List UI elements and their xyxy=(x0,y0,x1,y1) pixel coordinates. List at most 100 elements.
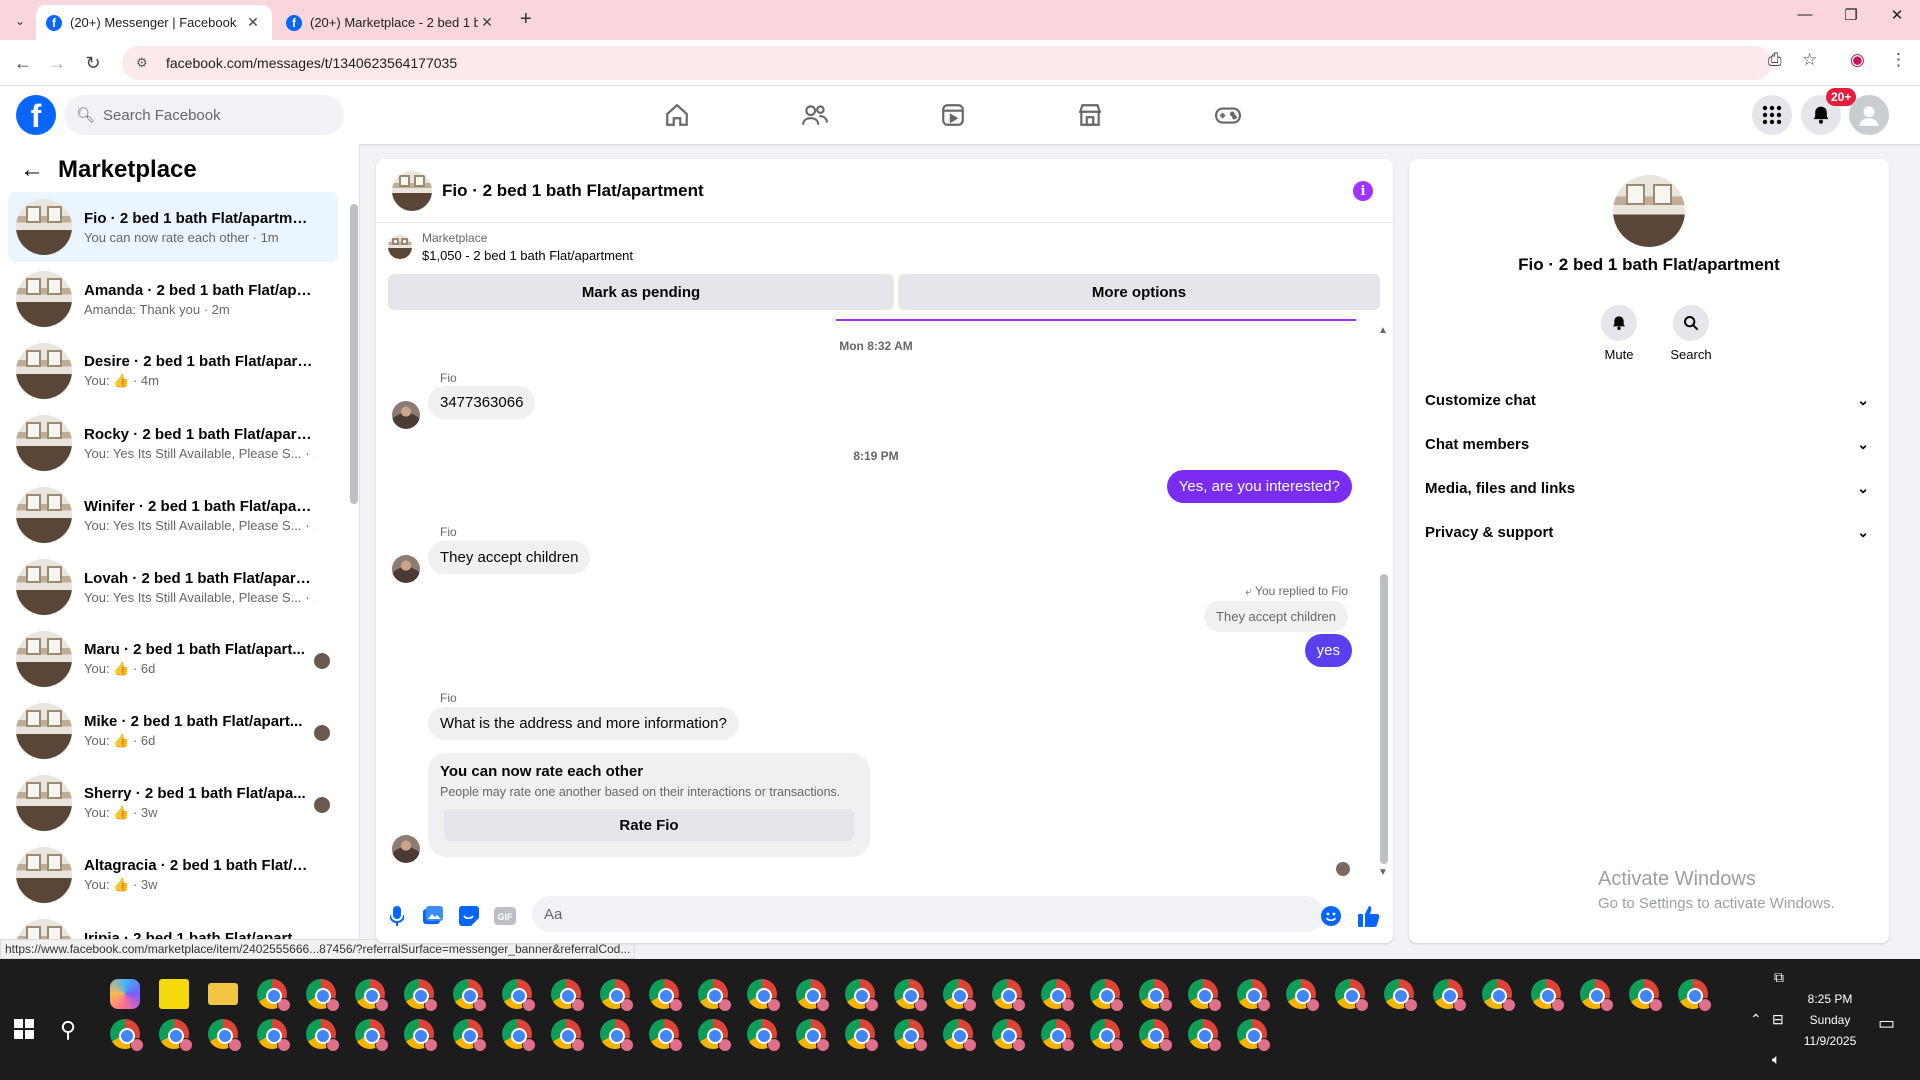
install-app-icon[interactable]: ⎙ xyxy=(1768,50,1782,70)
chrome-app-icon[interactable] xyxy=(110,1019,144,1052)
conversation-item[interactable]: Mike · 2 bed 1 bath Flat/apart... You: 👍 … xyxy=(8,696,338,766)
chrome-app-icon[interactable] xyxy=(1041,979,1075,1012)
chrome-app-icon[interactable] xyxy=(894,1019,928,1052)
chrome-app-icon[interactable] xyxy=(1041,1019,1075,1052)
quoted-message[interactable]: They accept children xyxy=(1204,601,1348,632)
sender-avatar[interactable] xyxy=(392,401,420,429)
new-tab-button[interactable]: + xyxy=(520,8,532,31)
mark-as-pending-button[interactable]: Mark as pending xyxy=(388,274,894,310)
emoji-icon[interactable] xyxy=(1320,905,1342,927)
chrome-app-icon[interactable] xyxy=(453,979,487,1012)
copilot-icon[interactable] xyxy=(110,979,140,1009)
chrome-app-icon[interactable] xyxy=(1139,1019,1173,1052)
more-options-button[interactable]: More options xyxy=(898,274,1380,310)
sticker-icon[interactable] xyxy=(458,905,480,927)
chrome-app-icon[interactable] xyxy=(502,1019,536,1052)
screen-share-icon[interactable]: ⧉ xyxy=(1774,969,1784,986)
chrome-app-icon[interactable] xyxy=(1286,979,1320,1012)
sender-avatar[interactable] xyxy=(392,835,420,863)
chrome-app-icon[interactable] xyxy=(1090,979,1124,1012)
chat-scrollbar[interactable] xyxy=(1380,574,1388,864)
chrome-app-icon[interactable] xyxy=(649,1019,683,1052)
account-avatar[interactable] xyxy=(1849,95,1889,135)
chrome-app-icon[interactable] xyxy=(551,979,585,1012)
marketplace-listing-banner[interactable]: Marketplace $1,050 - 2 bed 1 bath Flat/a… xyxy=(388,231,633,263)
chrome-app-icon[interactable] xyxy=(698,1019,732,1052)
home-icon[interactable] xyxy=(660,98,694,132)
facebook-search-input[interactable]: 🔍︎ Search Facebook xyxy=(64,95,344,135)
message-input[interactable] xyxy=(532,896,1324,932)
volume-icon[interactable]: 🔈︎ xyxy=(1772,1051,1780,1068)
chrome-app-icon[interactable] xyxy=(1188,1019,1222,1052)
chrome-app-icon[interactable] xyxy=(600,1019,634,1052)
chrome-app-icon[interactable] xyxy=(1139,979,1173,1012)
incoming-message[interactable]: 3477363066 xyxy=(428,386,536,419)
taskbar-search-icon[interactable]: ⚲ xyxy=(60,1017,76,1043)
chrome-app-icon[interactable] xyxy=(306,1019,340,1052)
chrome-app-icon[interactable] xyxy=(1090,1019,1124,1052)
chrome-app-icon[interactable] xyxy=(257,979,291,1012)
notification-center-icon[interactable]: ▭ xyxy=(1878,1013,1895,1034)
chat-avatar[interactable] xyxy=(392,170,432,211)
conversation-item[interactable]: Rocky · 2 bed 1 bath Flat/apartm... You: … xyxy=(8,408,338,478)
chrome-app-icon[interactable] xyxy=(943,979,977,1012)
chrome-app-icon[interactable] xyxy=(208,1019,242,1052)
back-arrow-icon[interactable]: ← xyxy=(20,156,44,184)
chrome-app-icon[interactable] xyxy=(355,979,389,1012)
sidebar-scrollbar[interactable] xyxy=(350,204,358,504)
incoming-message[interactable]: They accept children xyxy=(428,541,591,574)
taskbar-clock[interactable]: 8:25 PM Sunday 11/9/2025 xyxy=(1792,989,1868,1052)
chrome-app-icon[interactable] xyxy=(1188,979,1222,1012)
tab-search-icon[interactable]: ⌄ xyxy=(8,9,32,33)
conversation-item[interactable]: Maru · 2 bed 1 bath Flat/apart... You: 👍 … xyxy=(8,624,338,694)
chrome-app-icon[interactable] xyxy=(1384,979,1418,1012)
conversation-avatar[interactable] xyxy=(1613,175,1685,247)
microphone-icon[interactable] xyxy=(386,905,408,927)
chrome-app-icon[interactable] xyxy=(1482,979,1516,1012)
chrome-app-icon[interactable] xyxy=(1237,979,1271,1012)
show-hidden-icons-chevron-icon[interactable]: ⌃ xyxy=(1750,1011,1762,1028)
chrome-app-icon[interactable] xyxy=(1580,979,1614,1012)
scroll-up-arrow-icon[interactable]: ▲ xyxy=(1378,325,1388,336)
outgoing-message[interactable]: yes xyxy=(1304,634,1352,667)
conversation-item[interactable]: Altagracia · 2 bed 1 bath Flat/ap... You:… xyxy=(8,840,338,910)
chrome-app-icon[interactable] xyxy=(1335,979,1369,1012)
network-icon[interactable]: ⊟ xyxy=(1772,1011,1784,1028)
info-icon[interactable]: i xyxy=(1353,181,1373,201)
chrome-app-icon[interactable] xyxy=(943,1019,977,1052)
friends-icon[interactable] xyxy=(798,98,832,132)
search-in-conversation-button[interactable]: Search xyxy=(1661,305,1721,362)
browser-menu-icon[interactable]: ⋮ xyxy=(1890,50,1907,70)
chrome-app-icon[interactable] xyxy=(992,1019,1026,1052)
profile-icon[interactable]: ◉ xyxy=(1850,50,1865,70)
conversation-item[interactable]: Fio · 2 bed 1 bath Flat/apartment You can… xyxy=(8,192,338,262)
file-explorer-icon[interactable] xyxy=(208,983,238,1005)
chrome-app-icon[interactable] xyxy=(600,979,634,1012)
media-files-links-section[interactable]: Media, files and links ⌄ xyxy=(1425,470,1877,506)
back-button[interactable]: ← xyxy=(10,50,36,76)
chrome-app-icon[interactable] xyxy=(747,979,781,1012)
chrome-app-icon[interactable] xyxy=(355,1019,389,1052)
windows-start-icon[interactable] xyxy=(14,1019,34,1039)
chrome-app-icon[interactable] xyxy=(894,979,928,1012)
marketplace-icon[interactable] xyxy=(1073,98,1107,132)
chrome-app-icon[interactable] xyxy=(845,1019,879,1052)
conversation-item[interactable]: Lovah · 2 bed 1 bath Flat/apartm... You: … xyxy=(8,552,338,622)
restore-button[interactable]: ❐ xyxy=(1828,6,1874,24)
close-tab-icon[interactable]: ✕ xyxy=(244,14,262,32)
chrome-app-icon[interactable] xyxy=(796,1019,830,1052)
chrome-app-icon[interactable] xyxy=(747,1019,781,1052)
chrome-app-icon[interactable] xyxy=(257,1019,291,1052)
chrome-app-icon[interactable] xyxy=(845,979,879,1012)
tab-messenger[interactable]: f (20+) Messenger | Facebook ✕ xyxy=(36,5,272,40)
chrome-app-icon[interactable] xyxy=(1433,979,1467,1012)
close-window-button[interactable]: ✕ xyxy=(1874,6,1920,24)
chrome-app-icon[interactable] xyxy=(453,1019,487,1052)
mute-button[interactable]: Mute xyxy=(1589,305,1649,362)
chrome-app-icon[interactable] xyxy=(1629,979,1663,1012)
chrome-app-icon[interactable] xyxy=(404,1019,438,1052)
outgoing-message[interactable]: Yes, are you interested? xyxy=(1166,470,1352,503)
sticky-notes-icon[interactable] xyxy=(159,979,189,1009)
close-tab-icon[interactable]: ✕ xyxy=(478,14,496,32)
chrome-app-icon[interactable] xyxy=(698,979,732,1012)
